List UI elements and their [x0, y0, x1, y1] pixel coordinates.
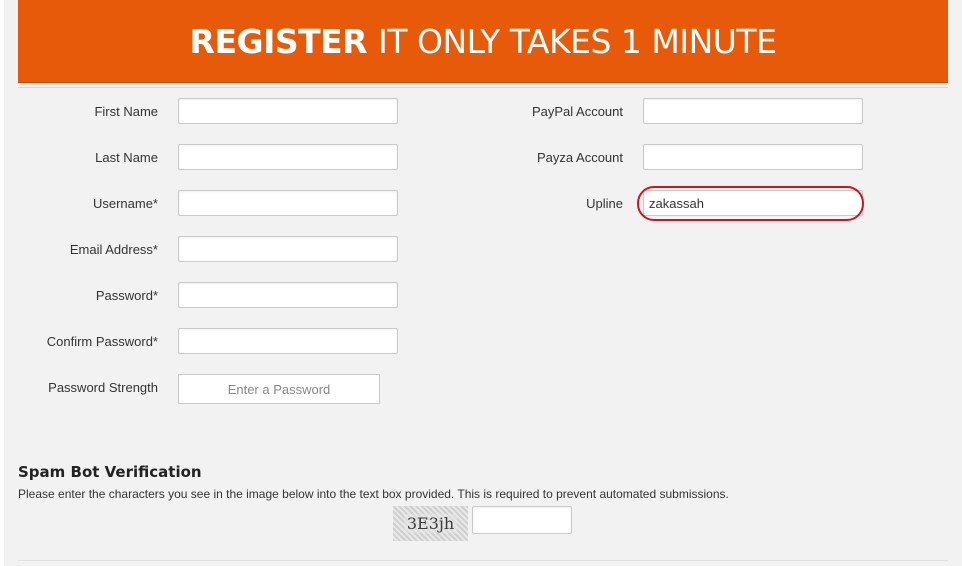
banner-strong-text: REGISTER	[189, 21, 368, 61]
spam-section-description: Please enter the characters you see in t…	[18, 487, 729, 501]
banner-divider	[18, 87, 948, 88]
captcha-answer-input[interactable]	[472, 506, 572, 534]
password-strength-text: Enter a Password	[227, 381, 331, 397]
upline-label: Upline	[586, 196, 623, 211]
last-name-input[interactable]	[178, 144, 398, 170]
captcha-text: 3E3jh	[403, 514, 458, 533]
password-input[interactable]	[178, 282, 398, 308]
password-strength-meter: Enter a Password	[178, 374, 380, 404]
password-strength-label: Password Strength	[48, 380, 158, 395]
first-name-input[interactable]	[178, 98, 398, 124]
paypal-input[interactable]	[643, 98, 863, 124]
bottom-divider	[18, 560, 948, 561]
banner-rest-text: IT ONLY TAKES 1 MINUTE	[378, 21, 777, 61]
confirm-password-input[interactable]	[178, 328, 398, 354]
paypal-label: PayPal Account	[531, 104, 623, 119]
username-input[interactable]	[178, 190, 398, 216]
email-label: Email Address*	[69, 242, 158, 257]
password-label: Password*	[95, 288, 158, 303]
captcha-image: 3E3jh	[393, 506, 468, 541]
email-input[interactable]	[178, 236, 398, 262]
payza-label: Payza Account	[537, 150, 623, 165]
spam-section-title: Spam Bot Verification	[18, 463, 202, 481]
upline-input[interactable]	[643, 190, 863, 216]
register-banner: REGISTER IT ONLY TAKES 1 MINUTE	[18, 0, 948, 83]
page-background	[4, 0, 962, 566]
first-name-label: First Name	[94, 104, 158, 119]
username-label: Username*	[92, 196, 158, 211]
last-name-label: Last Name	[95, 150, 158, 165]
confirm-password-label: Confirm Password*	[46, 334, 158, 349]
payza-input[interactable]	[643, 144, 863, 170]
